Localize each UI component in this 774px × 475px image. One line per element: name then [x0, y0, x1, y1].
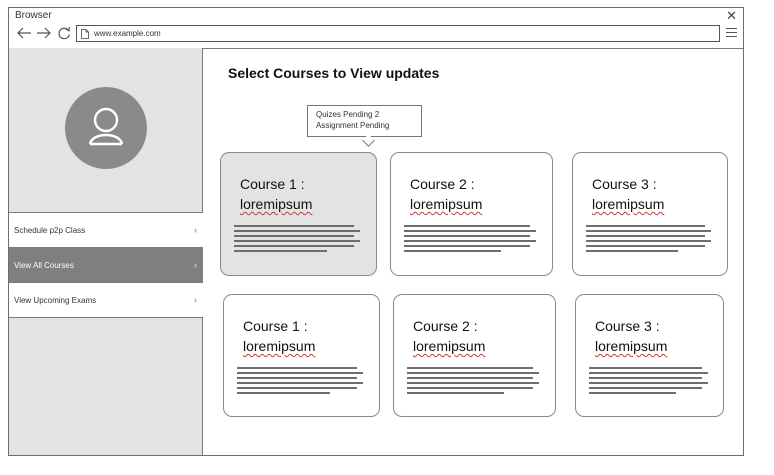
placeholder-line: [404, 245, 530, 247]
placeholder-line: [407, 382, 540, 384]
text-placeholder-lines: [586, 225, 712, 255]
placeholder-line: [237, 392, 330, 394]
placeholder-line: [234, 240, 361, 242]
course-name: Course 2 :: [413, 318, 478, 334]
sidebar-item-label: View Upcoming Exams: [14, 295, 97, 305]
course-card-title: Course 1 : loremipsum: [243, 316, 315, 356]
course-name: Course 1 :: [243, 318, 308, 334]
course-card[interactable]: Course 2 : loremipsum: [393, 294, 556, 417]
placeholder-line: [237, 387, 357, 389]
placeholder-line: [404, 230, 537, 232]
course-card[interactable]: Course 3 : loremipsum: [575, 294, 724, 417]
sidebar-item-view-all-courses[interactable]: View All Courses ›: [9, 248, 203, 283]
course-name: Course 3 :: [592, 176, 657, 192]
chevron-right-icon: ›: [194, 295, 197, 305]
course-description: loremipsum: [243, 338, 316, 354]
placeholder-line: [589, 387, 702, 389]
course-card-title: Course 1 : loremipsum: [240, 174, 312, 214]
text-placeholder-lines: [589, 367, 708, 397]
placeholder-line: [586, 235, 706, 237]
placeholder-line: [407, 392, 505, 394]
refresh-icon[interactable]: [56, 26, 72, 40]
course-card[interactable]: Course 3 : loremipsum: [572, 152, 728, 276]
placeholder-line: [589, 382, 708, 384]
sidebar-item-label: Schedule p2p Class: [14, 225, 86, 235]
user-icon: [88, 107, 124, 146]
placeholder-line: [237, 382, 364, 384]
browser-chrome: Browser ✕ www.example.com: [9, 8, 743, 49]
placeholder-line: [586, 245, 706, 247]
course-card[interactable]: Course 1 : loremipsum: [223, 294, 380, 417]
placeholder-line: [407, 387, 533, 389]
chevron-right-icon: ›: [194, 260, 197, 270]
course-card-title: Course 3 : loremipsum: [595, 316, 667, 356]
placeholder-line: [589, 377, 702, 379]
course-card[interactable]: Course 1 : loremipsum: [220, 152, 377, 276]
sidebar-menu: Schedule p2p Class › View All Courses › …: [9, 212, 203, 318]
placeholder-line: [237, 377, 357, 379]
sidebar: Schedule p2p Class › View All Courses › …: [9, 48, 203, 455]
course-name: Course 1 :: [240, 176, 305, 192]
course-tooltip: Quizes Pending 2 Assignment Pending: [307, 105, 422, 147]
course-card-title: Course 2 : loremipsum: [413, 316, 485, 356]
window-title: Browser: [15, 10, 52, 21]
course-name: Course 2 :: [410, 176, 475, 192]
nav-controls: [16, 25, 72, 41]
placeholder-line: [586, 225, 706, 227]
text-placeholder-lines: [237, 367, 364, 397]
placeholder-line: [234, 250, 327, 252]
sidebar-item-schedule-p2p-class[interactable]: Schedule p2p Class ›: [9, 213, 203, 248]
placeholder-line: [237, 372, 364, 374]
placeholder-line: [586, 250, 679, 252]
course-card-title: Course 3 : loremipsum: [592, 174, 664, 214]
course-name: Course 3 :: [595, 318, 660, 334]
placeholder-line: [234, 225, 354, 227]
placeholder-line: [586, 240, 712, 242]
placeholder-line: [404, 225, 530, 227]
sidebar-item-label: View All Courses: [14, 260, 74, 270]
course-description: loremipsum: [413, 338, 486, 354]
text-placeholder-lines: [234, 225, 361, 255]
page-title: Select Courses to View updates: [228, 65, 440, 81]
placeholder-line: [234, 230, 361, 232]
chevron-right-icon: ›: [194, 225, 197, 235]
placeholder-line: [234, 235, 354, 237]
placeholder-line: [589, 392, 677, 394]
placeholder-line: [586, 230, 712, 232]
placeholder-line: [407, 367, 533, 369]
course-card-title: Course 2 : loremipsum: [410, 174, 482, 214]
back-arrow-icon[interactable]: [16, 26, 32, 40]
forward-arrow-icon[interactable]: [36, 26, 52, 40]
placeholder-line: [404, 235, 530, 237]
tooltip-quizzes-text: Quizes Pending 2: [316, 110, 380, 119]
text-placeholder-lines: [407, 367, 540, 397]
close-icon[interactable]: ✕: [726, 9, 737, 23]
placeholder-line: [407, 372, 540, 374]
placeholder-line: [404, 240, 537, 242]
sidebar-item-view-upcoming-exams[interactable]: View Upcoming Exams ›: [9, 283, 203, 318]
document-icon: [81, 28, 89, 39]
placeholder-line: [407, 377, 533, 379]
address-text: www.example.com: [94, 29, 161, 38]
placeholder-line: [589, 367, 702, 369]
course-description: loremipsum: [595, 338, 668, 354]
course-description: loremipsum: [592, 196, 665, 212]
placeholder-line: [237, 367, 357, 369]
text-placeholder-lines: [404, 225, 537, 255]
course-description: loremipsum: [410, 196, 483, 212]
course-description: loremipsum: [240, 196, 313, 212]
address-bar[interactable]: www.example.com: [76, 25, 720, 42]
course-card[interactable]: Course 2 : loremipsum: [390, 152, 553, 276]
placeholder-line: [589, 372, 708, 374]
placeholder-line: [404, 250, 502, 252]
placeholder-line: [234, 245, 354, 247]
avatar: [65, 87, 147, 169]
hamburger-menu-icon[interactable]: [726, 28, 737, 38]
tooltip-assignment-text: Assignment Pending: [316, 121, 390, 130]
